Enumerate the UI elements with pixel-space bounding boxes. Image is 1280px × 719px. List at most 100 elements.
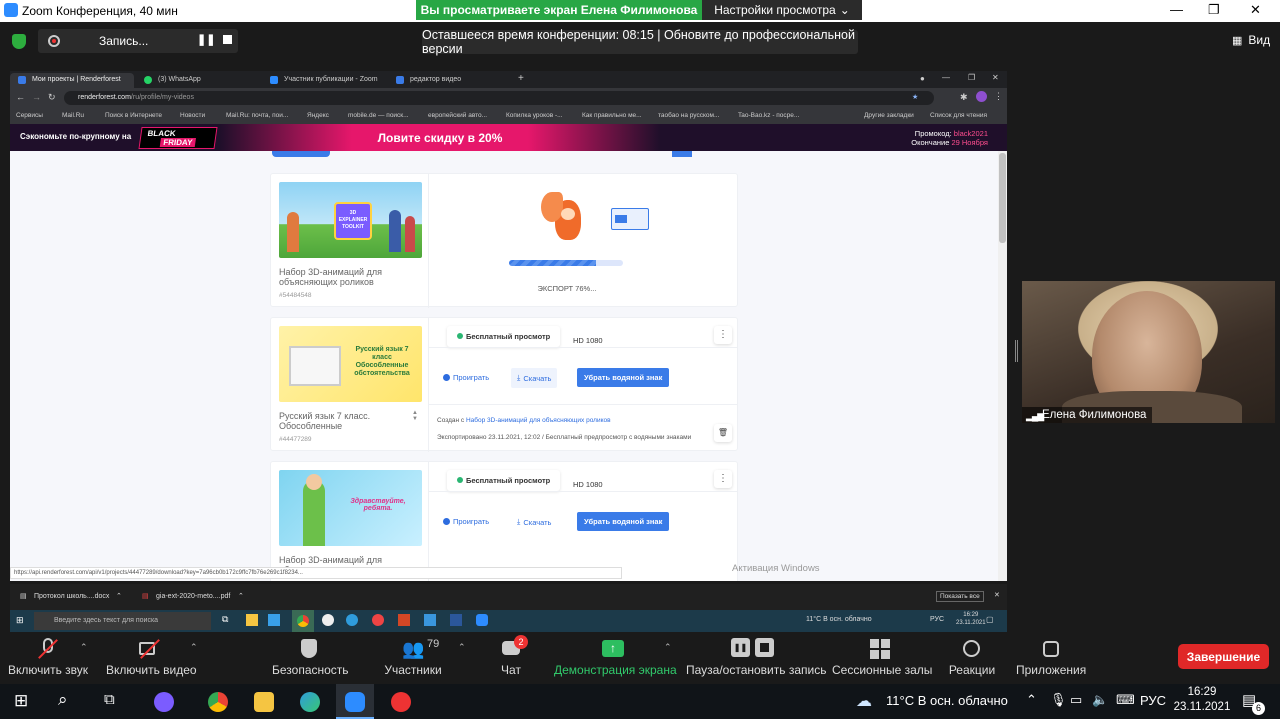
- url-input[interactable]: renderforest.com/ru/profile/my-videos ★: [64, 91, 934, 105]
- search-icon[interactable]: ⌕: [58, 690, 68, 710]
- stop-recording-icon[interactable]: [223, 35, 232, 44]
- video-button[interactable]: Включить видео: [106, 632, 197, 677]
- caret-up-icon[interactable]: ⌃: [80, 642, 88, 653]
- preview-tab[interactable]: Бесплатный просмотр: [447, 470, 561, 491]
- mute-button[interactable]: Включить звук: [8, 632, 88, 677]
- volume-icon[interactable]: 🔈: [1092, 692, 1108, 708]
- inner-search-input[interactable]: Введите здесь текст для поиска: [34, 612, 211, 630]
- bookmark-item[interactable]: Список для чтения: [930, 112, 987, 119]
- profile-dot-icon[interactable]: ●: [920, 74, 925, 83]
- menu-icon[interactable]: ⋮: [994, 91, 1003, 102]
- explorer-icon[interactable]: [254, 692, 274, 712]
- bookmark-item[interactable]: Яндекс: [307, 112, 329, 119]
- download-button[interactable]: ⤓ Скачать: [517, 517, 551, 527]
- reactions-button[interactable]: Реакции: [948, 632, 996, 677]
- trash-icon[interactable]: 🗑: [714, 424, 732, 442]
- edge-icon[interactable]: [300, 692, 320, 712]
- caret-up-icon[interactable]: ⌃: [190, 642, 198, 653]
- zoom-icon[interactable]: [476, 614, 488, 626]
- page-scrollbar[interactable]: [998, 151, 1007, 581]
- store-icon[interactable]: [268, 614, 280, 626]
- project-thumbnail[interactable]: Русский язык 7 класс Обособленные обстоя…: [279, 326, 422, 402]
- top-button-partial[interactable]: [272, 151, 330, 157]
- yandex-browser-icon[interactable]: [391, 692, 411, 712]
- download-file-1[interactable]: Протокол школь....docx: [34, 593, 109, 600]
- view-settings-button[interactable]: Настройки просмотра ⌄: [702, 0, 862, 20]
- windows-start-icon[interactable]: ⊞: [14, 691, 28, 711]
- tab-whatsapp[interactable]: (3) WhatsApp: [136, 73, 260, 88]
- tab-renderforest[interactable]: Мои проекты | Renderforest: [10, 73, 134, 88]
- bookmark-item[interactable]: Копилка уроков -...: [506, 112, 563, 119]
- profile-avatar[interactable]: [976, 91, 987, 102]
- remove-watermark-button[interactable]: Убрать водяной знак: [577, 512, 670, 531]
- word-icon[interactable]: [450, 614, 462, 626]
- bookmark-item[interactable]: Tao-Bao.kz - посре...: [738, 112, 799, 119]
- quality-tab[interactable]: HD 1080: [573, 336, 603, 345]
- powerpoint-icon[interactable]: [398, 614, 410, 626]
- chevron-up-icon[interactable]: ⌃: [116, 592, 122, 600]
- share-screen-button[interactable]: ↑ Демонстрация экрана: [554, 632, 677, 677]
- project-thumbnail[interactable]: 3D EXPLAINER TOOLKIT: [279, 182, 422, 258]
- more-options-button[interactable]: ⋮: [714, 326, 732, 344]
- quality-tab[interactable]: HD 1080: [573, 480, 603, 489]
- chrome-taskbar-active[interactable]: [292, 610, 314, 632]
- mic-icon[interactable]: 🎙: [1050, 692, 1067, 708]
- time-banner[interactable]: Оставшееся время конференции: 08:15 | Об…: [422, 28, 858, 56]
- promo-banner[interactable]: Сэкономьте по-крупному на BLACK FRIDAY Л…: [10, 124, 1007, 151]
- download-button[interactable]: ⤓ Скачать: [511, 368, 558, 388]
- template-link[interactable]: Набор 3D-анимаций для объясняющих ролико…: [466, 417, 611, 424]
- tab-zoom[interactable]: Участник публикации - Zoom: [262, 73, 386, 88]
- maximize-icon[interactable]: ❐: [968, 73, 975, 82]
- close-icon[interactable]: ✕: [994, 591, 1000, 599]
- yandex-icon[interactable]: [322, 614, 334, 626]
- zoom-taskbar-active[interactable]: [336, 684, 374, 719]
- explorer-icon[interactable]: [246, 614, 258, 626]
- back-icon[interactable]: ←: [16, 92, 25, 102]
- splitter-handle[interactable]: [1015, 340, 1018, 362]
- chevron-up-icon[interactable]: ⌃: [1026, 692, 1037, 708]
- bookmark-item[interactable]: Mail.Ru: [62, 112, 84, 119]
- chrome-icon[interactable]: [208, 692, 228, 712]
- windows-start-icon[interactable]: ⊞: [16, 615, 24, 626]
- pause-recording-icon[interactable]: ❚❚: [197, 33, 215, 46]
- forward-icon[interactable]: →: [32, 92, 41, 102]
- bookmark-item[interactable]: Mail.Ru: почта, пои...: [226, 112, 288, 119]
- apps-button[interactable]: Приложения: [1016, 632, 1086, 677]
- extensions-icon[interactable]: ✱: [960, 92, 968, 103]
- chevron-up-icon[interactable]: ⌃: [238, 592, 244, 600]
- bookmark-item[interactable]: mobile.de — поиск...: [348, 112, 409, 119]
- more-options-button[interactable]: ⋮: [714, 470, 732, 488]
- tab-editor[interactable]: редактор видео: [388, 73, 512, 88]
- alice-icon[interactable]: [154, 692, 174, 712]
- breakout-rooms-button[interactable]: Сессионные залы: [832, 632, 932, 677]
- new-tab-icon[interactable]: +: [518, 73, 524, 84]
- edge-icon[interactable]: [346, 614, 358, 626]
- pause-stop-recording-button[interactable]: ❚❚ Пауза/остановить запись: [686, 632, 826, 677]
- task-view-icon[interactable]: ⧉: [104, 691, 115, 708]
- bookmark-item[interactable]: Поиск в Интернете: [105, 112, 162, 119]
- inner-clock[interactable]: 16:29 23.11.2021: [956, 611, 986, 627]
- download-file-2[interactable]: gia-ext-2020-meto....pdf: [156, 593, 230, 600]
- keyboard-icon[interactable]: ⌨: [1116, 692, 1135, 708]
- bookmark-item[interactable]: Сервисы: [16, 112, 43, 119]
- title-scroll-arrows[interactable]: ▲ ▼: [412, 410, 418, 428]
- view-button[interactable]: ▦ Вид: [1232, 33, 1270, 47]
- play-button[interactable]: Проиграть: [443, 373, 489, 382]
- notification-icon[interactable]: ▢: [986, 615, 994, 624]
- task-view-icon[interactable]: ⧉: [222, 614, 228, 625]
- end-meeting-button[interactable]: Завершение: [1178, 644, 1269, 669]
- bookmark-item[interactable]: Другие закладки: [864, 112, 914, 119]
- close-icon[interactable]: ✕: [992, 73, 999, 82]
- participant-video[interactable]: ▂▄▆ Елена Филимонова: [1022, 281, 1275, 423]
- caret-up-icon[interactable]: ⌃: [458, 642, 466, 653]
- inner-weather[interactable]: 11°С В осн. облачно: [806, 616, 872, 623]
- view-toggle-partial[interactable]: [672, 151, 692, 157]
- close-icon[interactable]: ✕: [1250, 2, 1261, 18]
- minimize-icon[interactable]: —: [942, 73, 950, 82]
- remove-watermark-button[interactable]: Убрать водяной знак: [577, 368, 670, 387]
- yandex-browser-icon[interactable]: [372, 614, 384, 626]
- clock[interactable]: 16:29 23.11.2021: [1170, 685, 1234, 715]
- preview-tab[interactable]: Бесплатный просмотр: [447, 326, 561, 347]
- network-icon[interactable]: ▭: [1070, 692, 1082, 708]
- language-indicator[interactable]: РУС: [1140, 693, 1166, 708]
